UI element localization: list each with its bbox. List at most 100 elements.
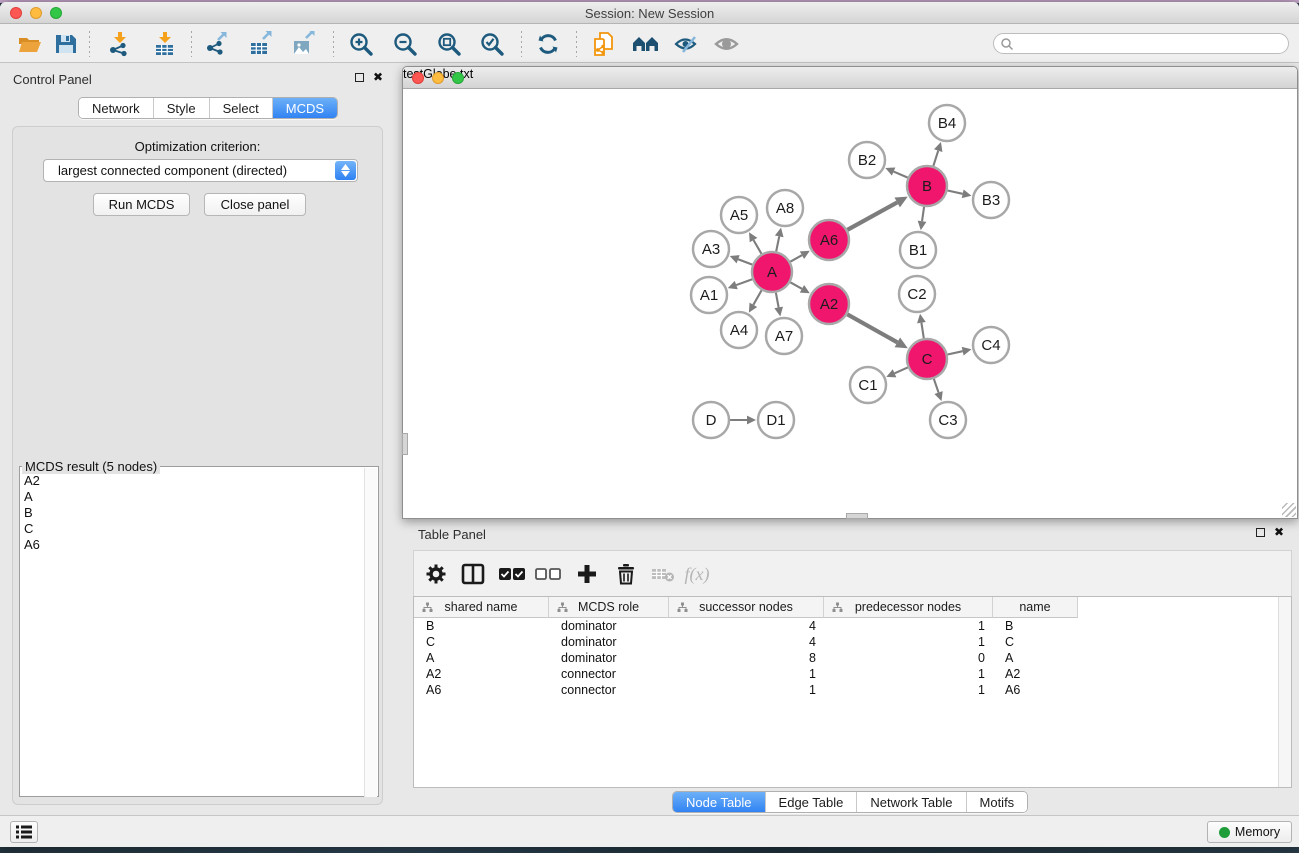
first-neighbors-icon[interactable] [630,29,662,59]
tab-edge-table[interactable]: Edge Table [765,792,857,812]
mcds-result-item[interactable]: A [24,489,40,505]
graph-node-D[interactable]: D [693,402,729,438]
tab-select[interactable]: Select [209,98,272,118]
settings-gear-icon[interactable] [421,559,451,589]
graph-node-A6[interactable]: A6 [809,220,849,260]
window-resize-grip[interactable] [1282,503,1296,517]
graph-edge-C-C2[interactable] [921,323,923,339]
column-header-shared-name[interactable]: shared name [414,597,549,618]
graph-node-A[interactable]: A [752,252,792,292]
export-table-icon[interactable] [245,29,277,59]
graph-node-B4[interactable]: B4 [929,105,965,141]
graph-node-D1[interactable]: D1 [758,402,794,438]
network-canvas[interactable]: B4B2BB3A5A8A6B1A3AA1C2A2A4A7CC4C1C3DD1 [405,90,1295,517]
graph-node-A3[interactable]: A3 [693,231,729,267]
control-panel-float-icon[interactable] [355,73,364,82]
graph-node-A4[interactable]: A4 [721,312,757,348]
delete-column-trash-icon[interactable] [611,559,641,589]
column-header-predecessor-nodes[interactable]: predecessor nodes [824,597,993,618]
graph-edge-A-A3[interactable] [738,259,752,264]
graph-edge-A-A1[interactable] [736,279,752,285]
node-table[interactable]: shared nameMCDS rolesuccessor nodesprede… [413,596,1292,788]
graph-edge-A-A4[interactable] [753,290,761,305]
refresh-view-icon[interactable] [532,29,564,59]
split-handle-bottom[interactable] [846,513,868,519]
tab-node-table[interactable]: Node Table [673,792,765,812]
table-row[interactable]: Adominator80A [414,650,1291,666]
graph-node-A2[interactable]: A2 [809,284,849,324]
open-session-icon[interactable] [14,29,46,59]
column-header-mcds-role[interactable]: MCDS role [549,597,669,618]
import-network-from-file-icon[interactable] [104,29,136,59]
columns-icon[interactable] [458,559,488,589]
network-close-button[interactable] [412,72,424,84]
graph-node-C2[interactable]: C2 [899,276,935,312]
mcds-result-scrollbar[interactable] [364,468,377,797]
mcds-result-item[interactable]: A6 [24,537,40,553]
graph-edge-C-C3[interactable] [934,379,939,393]
export-network-icon[interactable] [202,29,234,59]
table-row[interactable]: Bdominator41B [414,618,1291,634]
export-image-icon[interactable] [288,29,320,59]
graph-node-A5[interactable]: A5 [721,197,757,233]
mcds-result-item[interactable]: C [24,521,40,537]
tab-style[interactable]: Style [153,98,209,118]
graph-node-A1[interactable]: A1 [691,277,727,313]
graph-node-C1[interactable]: C1 [850,367,886,403]
graph-edge-B-B1[interactable] [922,207,924,221]
graph-edge-A-A7[interactable] [776,293,779,308]
new-network-from-selection-icon[interactable] [588,29,620,59]
column-header-successor-nodes[interactable]: successor nodes [669,597,824,618]
close-panel-button[interactable]: Close panel [204,193,306,216]
table-scrollbar[interactable] [1278,597,1291,787]
hide-selected-icon[interactable] [671,29,703,59]
graph-node-C[interactable]: C [907,339,947,379]
add-column-icon[interactable] [572,559,602,589]
graph-edge-A-A6[interactable] [790,255,802,262]
graph-edge-A-A8[interactable] [776,236,779,251]
zoom-fit-content-icon[interactable] [433,29,465,59]
show-all-hidden-icon[interactable] [711,29,743,59]
graph-node-C4[interactable]: C4 [973,327,1009,363]
mcds-result-list[interactable]: A2ABCA6 [24,473,40,553]
graph-edge-A6-B[interactable] [847,202,897,229]
optimization-criterion-dropdown[interactable]: largest connected component (directed) [43,159,358,182]
graph-node-B[interactable]: B [907,166,947,206]
zoom-in-icon[interactable] [345,29,377,59]
zoom-selected-region-icon[interactable] [476,29,508,59]
graph-edge-C-C1[interactable] [895,367,908,373]
search-field[interactable] [993,33,1289,54]
split-handle-left[interactable] [402,433,408,455]
memory-button[interactable]: Memory [1207,821,1292,843]
network-minimize-button[interactable] [432,72,444,84]
deselect-all-checkboxes-icon[interactable] [533,559,563,589]
table-row[interactable]: Cdominator41C [414,634,1291,650]
task-history-button[interactable] [10,821,38,843]
import-table-from-file-icon[interactable] [149,29,181,59]
table-panel-float-icon[interactable] [1256,528,1265,537]
graph-node-B2[interactable]: B2 [849,142,885,178]
graph-node-B3[interactable]: B3 [973,182,1009,218]
graph-edge-A-A2[interactable] [790,282,802,289]
function-builder-icon[interactable]: f(x) [682,559,712,589]
control-panel-close-icon[interactable]: ✖ [373,73,383,82]
zoom-out-icon[interactable] [389,29,421,59]
delete-table-icon[interactable] [648,559,678,589]
tab-mcds[interactable]: MCDS [272,98,337,118]
column-header-name[interactable]: name [993,597,1078,618]
graph-node-A8[interactable]: A8 [767,190,803,226]
table-panel-close-icon[interactable]: ✖ [1274,528,1284,537]
graph-edge-A-A5[interactable] [754,240,762,254]
select-all-checkboxes-icon[interactable] [497,559,527,589]
mcds-result-item[interactable]: B [24,505,40,521]
graph-edge-B-B4[interactable] [933,151,938,166]
table-row[interactable]: A2connector11A2 [414,666,1291,682]
table-row[interactable]: A6connector11A6 [414,682,1291,698]
search-input[interactable] [1014,37,1288,51]
save-session-icon[interactable] [50,29,82,59]
graph-node-B1[interactable]: B1 [900,232,936,268]
graph-edge-B-B2[interactable] [894,172,908,178]
graph-node-C3[interactable]: C3 [930,402,966,438]
graph-edge-B-B3[interactable] [948,190,963,193]
tab-motifs[interactable]: Motifs [966,792,1028,812]
